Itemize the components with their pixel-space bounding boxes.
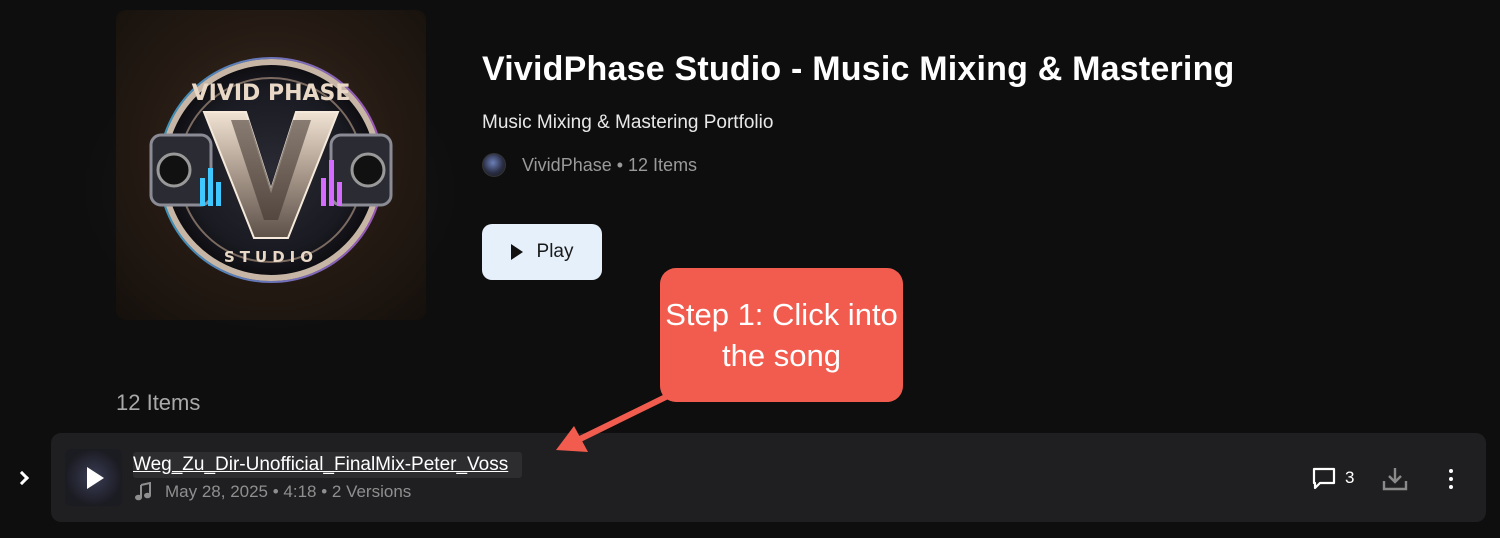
- track-row[interactable]: Weg_Zu_Dir-Unofficial_FinalMix-Peter_Vos…: [51, 433, 1486, 522]
- track-title-link[interactable]: Weg_Zu_Dir-Unofficial_FinalMix-Peter_Vos…: [133, 452, 523, 478]
- chevron-right-icon[interactable]: [10, 463, 38, 493]
- owner-avatar[interactable]: [482, 153, 506, 177]
- comments-button[interactable]: 3: [1311, 464, 1354, 492]
- playlist-cover-art: VIVID PHASE STUDIO: [116, 10, 426, 320]
- music-note-icon: [135, 482, 151, 501]
- instruction-callout: Step 1: Click into the song: [660, 268, 903, 402]
- track-date-duration-versions: May 28, 2025 • 4:18 • 2 Versions: [165, 482, 412, 501]
- svg-text:STUDIO: STUDIO: [224, 248, 318, 266]
- playlist-subtitle: Music Mixing & Mastering Portfolio: [482, 112, 774, 133]
- play-icon: [87, 466, 104, 489]
- comment-icon: [1312, 467, 1336, 490]
- playlist-title: VividPhase Studio - Music Mixing & Maste…: [482, 50, 1235, 88]
- track-meta: May 28, 2025 • 4:18 • 2 Versions: [133, 481, 411, 503]
- comment-count: 3: [1345, 468, 1355, 487]
- play-button-label: Play: [536, 241, 574, 262]
- owner-and-count: VividPhase • 12 Items: [522, 154, 698, 175]
- items-count-label: 12 Items: [116, 390, 201, 415]
- download-icon[interactable]: [1381, 465, 1409, 493]
- track-thumbnail-play-button[interactable]: [65, 449, 122, 506]
- playlist-page: VIVID PHASE STUDIO VividPhase Studio - M…: [0, 0, 1500, 538]
- more-vertical-icon[interactable]: [1441, 465, 1461, 493]
- playlist-meta: VividPhase • 12 Items: [482, 152, 697, 178]
- svg-text:VIVID PHASE: VIVID PHASE: [192, 81, 351, 106]
- play-icon: [510, 244, 523, 260]
- play-all-button[interactable]: Play: [482, 224, 602, 280]
